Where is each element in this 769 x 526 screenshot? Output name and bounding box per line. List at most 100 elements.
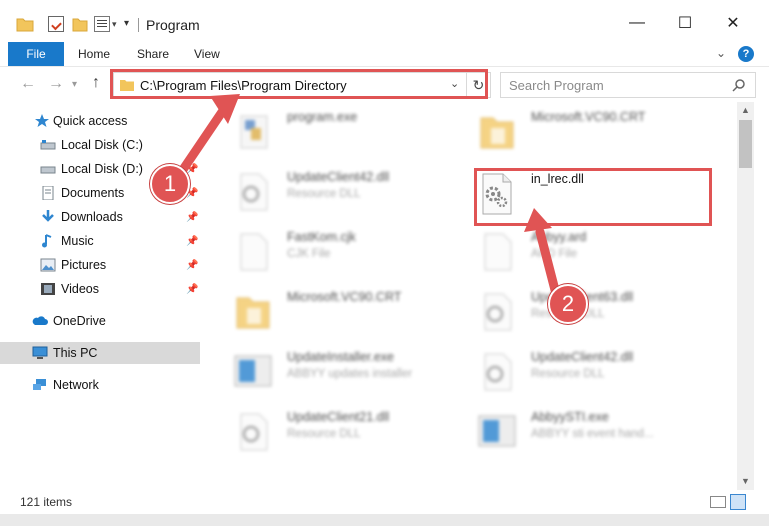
file-highlight-box	[474, 168, 712, 226]
sidebar-item-this-pc[interactable]: This PC	[0, 342, 200, 364]
pin-icon[interactable]: 📌	[186, 164, 198, 175]
list-item[interactable]: UpdateClient21.dll Resource DLL	[231, 406, 471, 462]
sidebar-item-label: Network	[53, 378, 99, 392]
list-item[interactable]: FastKom.cjk CJK File	[231, 226, 471, 282]
file-explorer-window: ▾ ▾ Program — ☐ ✕ File Home Share View ⌄…	[0, 0, 769, 526]
folder-icon	[16, 18, 34, 32]
tab-file[interactable]: File	[8, 42, 64, 66]
list-item[interactable]: program.exe	[231, 106, 471, 162]
scroll-down-icon[interactable]: ▼	[741, 476, 750, 486]
list-item[interactable]: UpdateClient42.dll Resource DLL	[475, 346, 715, 402]
details-view-icon[interactable]	[710, 496, 726, 508]
sidebar-item-label: Downloads	[61, 210, 123, 224]
scroll-up-icon[interactable]: ▲	[741, 105, 750, 115]
installer-icon	[234, 355, 272, 387]
list-item[interactable]: Microsoft.VC90.CRT	[475, 106, 715, 162]
sidebar-item-quick-access[interactable]: Quick access	[0, 110, 200, 132]
sidebar-item-label: Local Disk (C:)	[61, 138, 143, 152]
sidebar-item-label: OneDrive	[53, 314, 106, 328]
file-icon	[240, 233, 268, 271]
new-folder-icon[interactable]	[72, 16, 88, 32]
sidebar-item-onedrive[interactable]: OneDrive	[0, 310, 200, 332]
cloud-icon	[32, 316, 48, 325]
dll-icon	[240, 413, 268, 451]
customize-toolbar-icon[interactable]: ▾	[124, 18, 129, 29]
sidebar-item-label: This PC	[53, 346, 98, 360]
network-icon	[33, 379, 46, 390]
file-name: UpdateClient21.dll	[287, 410, 390, 424]
list-item[interactable]: UpdateClient63.dll Resource DLL	[475, 286, 715, 342]
search-icon	[732, 79, 745, 92]
download-icon	[42, 210, 54, 222]
up-arrow-icon[interactable]: ↑	[92, 74, 100, 92]
title-divider	[138, 18, 139, 32]
installer-icon	[478, 415, 516, 447]
sidebar-item-label: Local Disk (D:)	[61, 162, 143, 176]
dll-icon	[240, 173, 268, 211]
sidebar-item-label: Quick access	[53, 114, 128, 128]
vertical-scrollbar[interactable]: ▲ ▼	[737, 102, 754, 490]
sidebar-item-label: Pictures	[61, 258, 107, 272]
sidebar-item-music[interactable]: Music 📌	[0, 230, 200, 252]
sidebar-item-downloads[interactable]: Downloads 📌	[0, 206, 200, 228]
list-item[interactable]: AbbyySTI.exe ABBYY sti event hand...	[475, 406, 715, 462]
star-icon	[35, 114, 49, 127]
properties-check-icon[interactable]	[48, 16, 64, 32]
documents-icon	[42, 186, 54, 200]
sidebar-item-local-disk-c[interactable]: Local Disk (C:)	[0, 134, 200, 156]
expand-ribbon-icon[interactable]: ⌄	[716, 46, 726, 60]
step-badge-2: 2	[548, 284, 588, 324]
file-name: AbbyySTI.exe	[531, 410, 609, 424]
file-description: ABBYY sti event hand...	[531, 428, 654, 440]
tab-view[interactable]: View	[194, 47, 220, 61]
pin-icon[interactable]: 📌	[186, 212, 198, 223]
list-item[interactable]: Microsoft.VC90.CRT	[231, 286, 471, 342]
scroll-thumb[interactable]	[739, 120, 752, 168]
file-description: Resource DLL	[531, 368, 605, 380]
navigation-pane: Quick access Local Disk (C:) Local Disk …	[0, 102, 205, 490]
sidebar-item-network[interactable]: Network	[0, 374, 200, 396]
maximize-button[interactable]: ☐	[662, 8, 708, 38]
file-name: UpdateClient42.dll	[287, 170, 390, 184]
exe-icon	[240, 115, 268, 149]
window-title: Program	[146, 17, 200, 33]
tab-share[interactable]: Share	[137, 47, 169, 61]
recent-locations-icon[interactable]: ▾	[72, 79, 77, 90]
ribbon-tabs: File Home Share View ⌄ ?	[0, 42, 769, 66]
pictures-icon	[40, 258, 56, 272]
chevron-down-icon[interactable]: ▾	[112, 19, 117, 30]
videos-icon	[41, 283, 55, 295]
file-description: Resource DLL	[287, 428, 361, 440]
folder-icon	[480, 117, 514, 149]
pin-icon[interactable]: 📌	[186, 236, 198, 247]
search-placeholder: Search Program	[509, 78, 604, 93]
file-description: ARD File	[531, 248, 578, 260]
close-button[interactable]: ✕	[710, 8, 756, 38]
file-description: Resource DLL	[287, 188, 361, 200]
music-icon	[42, 234, 52, 248]
large-icons-view-icon[interactable]	[730, 494, 746, 510]
list-item[interactable]: UpdateInstaller.exe ABBYY updates instal…	[231, 346, 471, 402]
maximize-icon: ☐	[677, 15, 693, 32]
search-box[interactable]: Search Program	[500, 72, 756, 98]
step-badge-1: 1	[150, 164, 190, 204]
folder-icon	[236, 297, 270, 329]
list-item[interactable]: UpdateClient42.dll Resource DLL	[231, 166, 471, 222]
list-item[interactable]: Abbyy.ard ARD File	[475, 226, 715, 282]
file-name: Microsoft.VC90.CRT	[531, 110, 646, 124]
minimize-button[interactable]: —	[614, 8, 660, 38]
tab-home[interactable]: Home	[78, 47, 110, 61]
pin-icon[interactable]: 📌	[186, 260, 198, 271]
back-arrow-icon[interactable]: ←	[20, 75, 36, 93]
dll-icon	[484, 293, 512, 331]
sidebar-item-label: Videos	[61, 282, 99, 296]
sidebar-item-videos[interactable]: Videos 📌	[0, 278, 200, 300]
pin-icon[interactable]: 📌	[186, 284, 198, 295]
address-highlight-box	[110, 69, 488, 99]
view-properties-icon[interactable]	[94, 16, 110, 32]
help-button[interactable]: ?	[738, 46, 754, 62]
minimize-icon: —	[629, 14, 645, 31]
forward-arrow-icon[interactable]: →	[48, 75, 64, 93]
sidebar-item-pictures[interactable]: Pictures 📌	[0, 254, 200, 276]
file-description: CJK File	[287, 248, 331, 260]
